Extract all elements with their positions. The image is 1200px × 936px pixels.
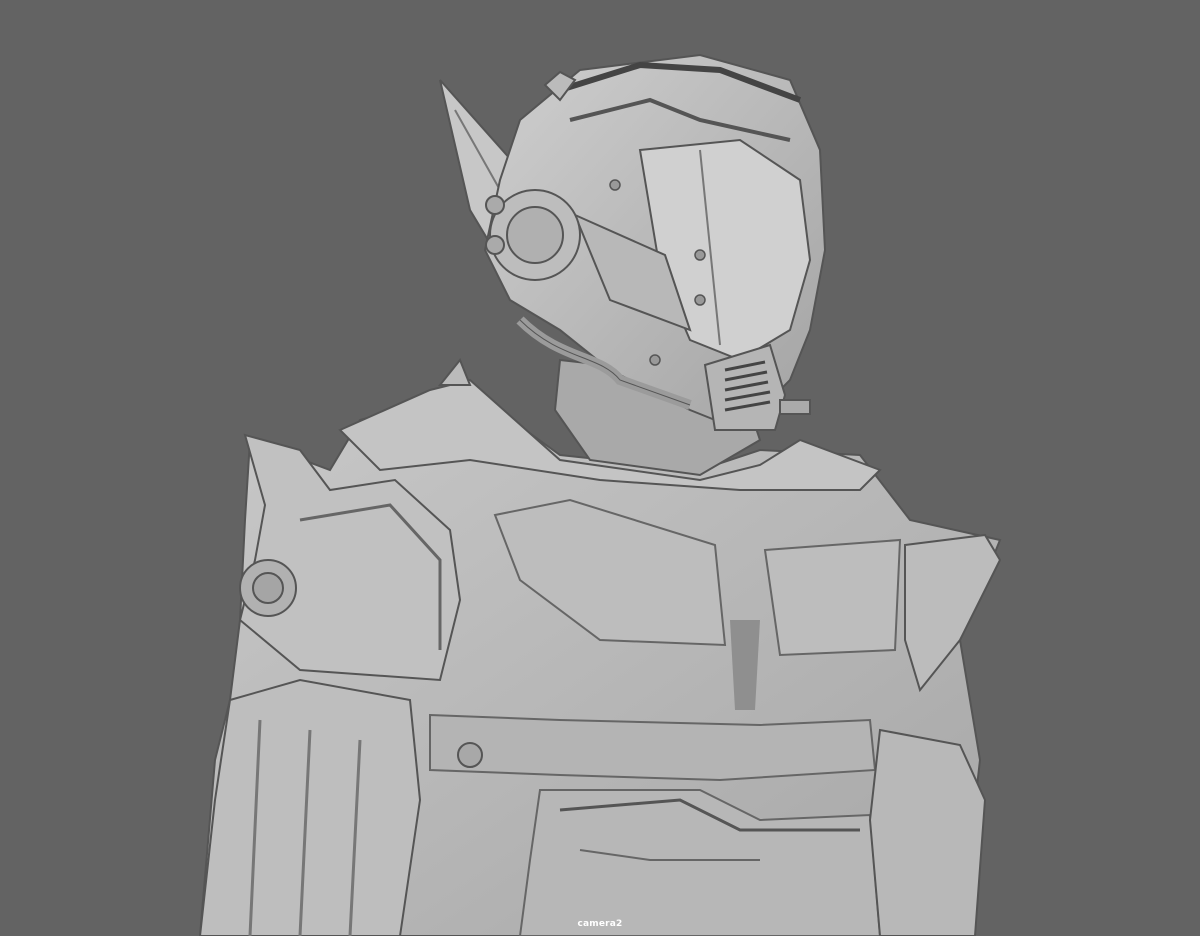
3d-viewport[interactable]: camera2 — [0, 0, 1200, 936]
waist-belt — [429, 713, 877, 782]
camera-name-label: camera2 — [577, 919, 623, 929]
chest-plate-right — [763, 538, 902, 657]
arm-left — [198, 678, 422, 936]
chest-groove — [730, 620, 760, 710]
armored-character-model[interactable] — [0, 0, 1200, 936]
arm-right — [868, 728, 987, 936]
